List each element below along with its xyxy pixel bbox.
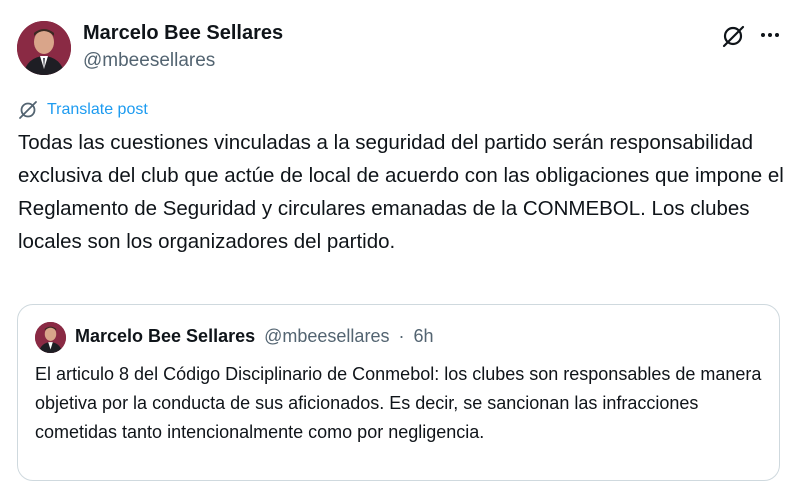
quoted-post-header: Marcelo Bee Sellares @mbeesellares · 6h bbox=[75, 326, 434, 347]
author-name[interactable]: Marcelo Bee Sellares bbox=[83, 22, 283, 45]
more-icon bbox=[761, 33, 779, 37]
quoted-author-handle: @mbeesellares bbox=[264, 326, 390, 346]
quoted-post-time: 6h bbox=[413, 326, 434, 346]
post-text: Todas las cuestiones vinculadas a la seg… bbox=[18, 131, 784, 253]
avatar-image bbox=[35, 322, 66, 353]
author-avatar[interactable] bbox=[17, 21, 71, 75]
translate-label: Translate post bbox=[47, 101, 148, 118]
quoted-author-name: Marcelo Bee Sellares bbox=[75, 326, 256, 346]
grok-icon bbox=[722, 25, 745, 48]
grok-button[interactable] bbox=[720, 22, 748, 50]
more-options-button[interactable] bbox=[756, 22, 784, 50]
translate-icon bbox=[19, 101, 37, 119]
translate-post-link[interactable]: Translate post bbox=[18, 99, 148, 121]
quoted-author-avatar bbox=[35, 322, 66, 353]
quoted-post-text: El articulo 8 del Código Disciplinario d… bbox=[35, 364, 762, 442]
avatar-image bbox=[17, 21, 71, 75]
quoted-post-card[interactable]: Marcelo Bee Sellares @mbeesellares · 6h … bbox=[17, 304, 780, 481]
author-handle[interactable]: @mbeesellares bbox=[83, 50, 215, 72]
separator-dot: · bbox=[398, 326, 405, 346]
